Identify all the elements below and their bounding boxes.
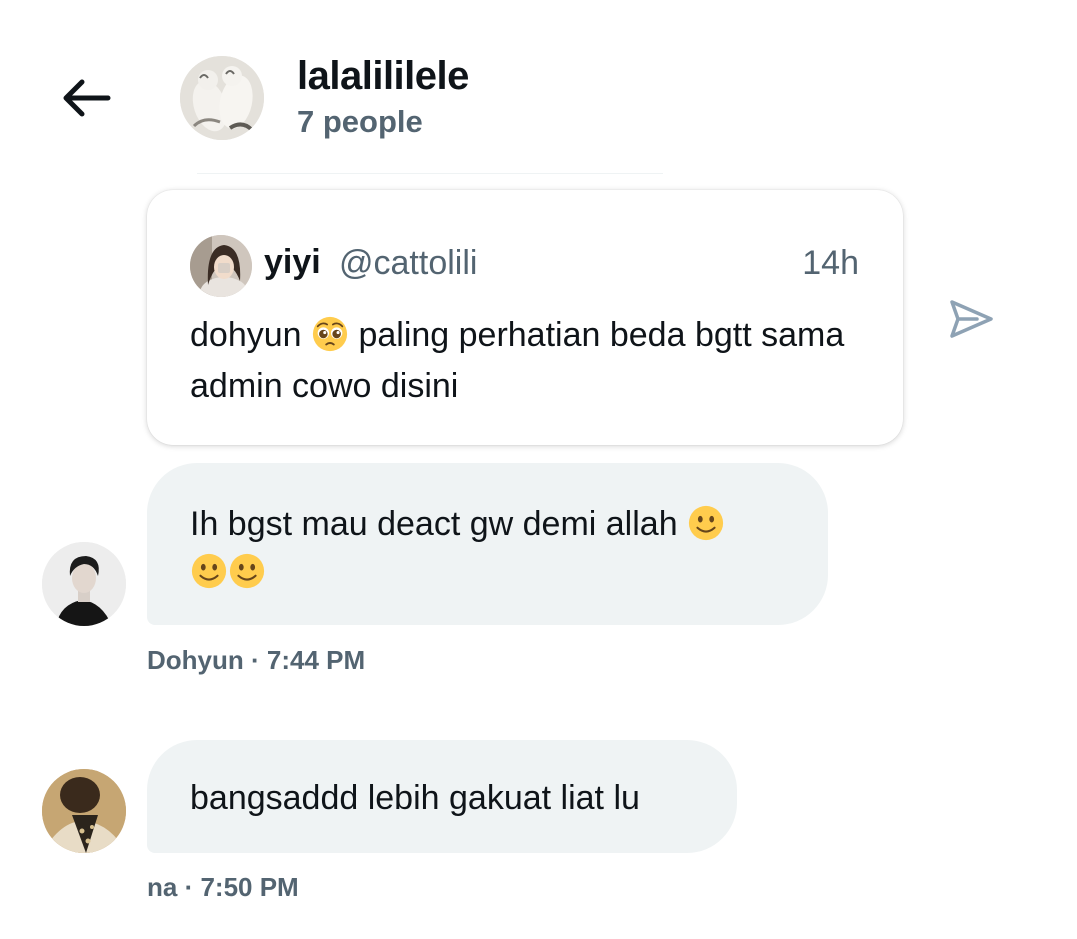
- slightly-smiling-face-emoji-icon: [191, 553, 227, 589]
- quoted-tweet-card[interactable]: yiyi @cattolili 14h dohyun paling perhat…: [147, 190, 903, 445]
- cats-photo: [180, 56, 264, 140]
- message-bubble[interactable]: bangsaddd lebih gakuat liat lu: [147, 740, 737, 853]
- message-bubble[interactable]: Ih bgst mau deact gw demi allah: [147, 463, 828, 625]
- quote-author-avatar[interactable]: [190, 235, 252, 297]
- message-text: bangsaddd lebih gakuat liat lu: [190, 779, 640, 817]
- quote-author-name[interactable]: yiyi: [264, 243, 321, 282]
- quote-timestamp: 14h: [802, 244, 859, 282]
- na-photo: [42, 769, 126, 853]
- quote-text: dohyun paling perhatian beda bgtt sama a…: [190, 310, 870, 412]
- back-button[interactable]: [56, 70, 116, 126]
- share-button[interactable]: [946, 294, 996, 344]
- slightly-smiling-face-emoji-icon: [229, 553, 265, 589]
- dohyun-photo: [42, 542, 126, 626]
- girl-photo: [190, 235, 252, 297]
- sender-avatar-dohyun[interactable]: [42, 542, 126, 626]
- message-meta: na · 7:50 PM: [147, 872, 299, 902]
- pleading-face-emoji-icon: [312, 316, 348, 352]
- group-avatar[interactable]: [180, 56, 264, 140]
- sender-avatar-na[interactable]: [42, 769, 126, 853]
- dm-conversation: lalalililele 7 people yiyi @cattolili 14…: [0, 0, 1077, 939]
- group-name: lalalililele: [297, 54, 469, 98]
- send-icon: [950, 300, 993, 338]
- arrow-left-icon: [63, 79, 111, 117]
- header-divider: [197, 173, 663, 174]
- message-text-content: Ih bgst mau deact gw demi allah: [190, 505, 688, 543]
- quote-text-part-1: dohyun: [190, 316, 311, 354]
- message-meta: Dohyun · 7:44 PM: [147, 645, 366, 675]
- quote-author-handle[interactable]: @cattolili: [339, 244, 477, 283]
- group-member-count[interactable]: 7 people: [297, 104, 423, 140]
- slightly-smiling-face-emoji-icon: [688, 505, 724, 541]
- message-text: Ih bgst mau deact gw demi allah: [190, 500, 810, 596]
